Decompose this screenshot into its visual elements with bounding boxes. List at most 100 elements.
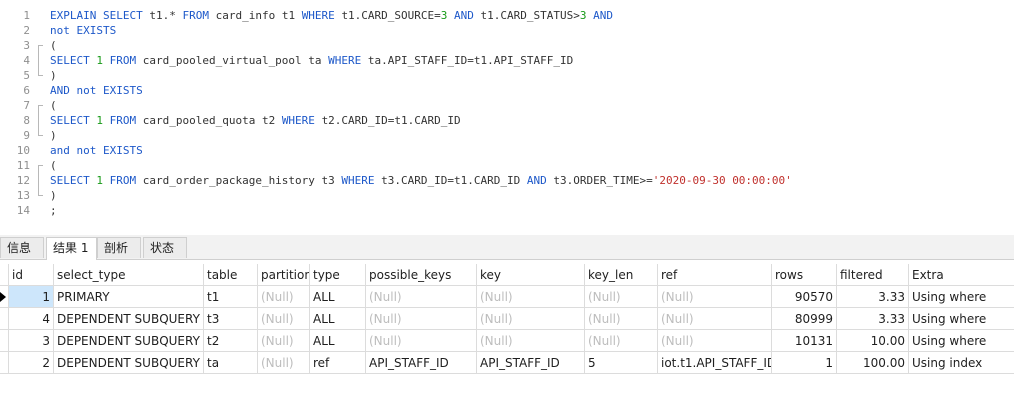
code-text: (: [50, 38, 57, 53]
cell-Extra[interactable]: Using where: [909, 308, 1014, 330]
cell-select_type[interactable]: PRIMARY: [54, 286, 204, 308]
code-line[interactable]: 5): [0, 68, 1014, 83]
table-row[interactable]: 2 DEPENDENT SUBQUERY ta (Null) ref API_STAFF_…: [0, 352, 1014, 374]
fold-guide-icon: [34, 53, 44, 68]
tab-result-1[interactable]: 结果 1: [46, 237, 97, 260]
row-indicator[interactable]: [0, 352, 9, 374]
cell-key_len[interactable]: (Null): [585, 308, 658, 330]
cell-ref[interactable]: (Null): [658, 308, 772, 330]
cell-select_type[interactable]: DEPENDENT SUBQUERY: [54, 330, 204, 352]
cell-key_len[interactable]: 5: [585, 352, 658, 374]
cell-possible_keys[interactable]: (Null): [366, 286, 477, 308]
row-indicator[interactable]: [0, 286, 9, 308]
cell-select_type[interactable]: DEPENDENT SUBQUERY: [54, 352, 204, 374]
cell-filtered[interactable]: 3.33: [837, 286, 909, 308]
cell-rows[interactable]: 90570: [772, 286, 837, 308]
column-header-possible_keys[interactable]: possible_keys: [366, 264, 477, 286]
cell-id[interactable]: 1: [9, 286, 54, 308]
sql-editor[interactable]: 1 EXPLAIN SELECT t1.* FROM card_info t1 W…: [0, 0, 1014, 232]
code-token: t3.ORDER_TIME>=: [553, 174, 653, 187]
code-line[interactable]: 10 and not EXISTS: [0, 143, 1014, 158]
row-indicator[interactable]: [0, 330, 9, 352]
cell-select_type[interactable]: DEPENDENT SUBQUERY: [54, 308, 204, 330]
code-line[interactable]: 3(: [0, 38, 1014, 53]
cell-filtered[interactable]: 10.00: [837, 330, 909, 352]
code-token: (: [50, 39, 57, 52]
cell-type[interactable]: ALL: [310, 308, 366, 330]
tab-status[interactable]: 状态: [143, 237, 187, 258]
cell-possible_keys[interactable]: (Null): [366, 308, 477, 330]
column-header-partitions[interactable]: partitions: [258, 264, 310, 286]
cell-Extra[interactable]: Using where: [909, 286, 1014, 308]
cell-id[interactable]: 2: [9, 352, 54, 374]
tab-profile[interactable]: 剖析: [97, 237, 141, 258]
cell-partitions[interactable]: (Null): [258, 308, 310, 330]
code-line[interactable]: 12 SELECT 1 FROM card_order_package_histo…: [0, 173, 1014, 188]
row-indicator[interactable]: [0, 308, 9, 330]
cell-ref[interactable]: (Null): [658, 286, 772, 308]
code-token: (: [50, 159, 57, 172]
code-line[interactable]: 9): [0, 128, 1014, 143]
cell-partitions[interactable]: (Null): [258, 286, 310, 308]
code-token: t1.CARD_SOURCE=: [341, 9, 441, 22]
cell-possible_keys[interactable]: (Null): [366, 330, 477, 352]
code-line[interactable]: 6 AND not EXISTS: [0, 83, 1014, 98]
cell-table[interactable]: t1: [204, 286, 258, 308]
code-token: FROM: [109, 114, 143, 127]
table-row[interactable]: 4 DEPENDENT SUBQUERY t3 (Null) ALL (Null) (Nul…: [0, 308, 1014, 330]
line-number: 10: [16, 144, 30, 157]
column-header-type[interactable]: type: [310, 264, 366, 286]
fold-guide-icon: [34, 113, 44, 128]
table-row[interactable]: 3 DEPENDENT SUBQUERY t2 (Null) ALL (Null) (Nul…: [0, 330, 1014, 352]
tab-info[interactable]: 信息: [0, 237, 44, 258]
cell-key[interactable]: (Null): [477, 308, 585, 330]
code-line[interactable]: 7(: [0, 98, 1014, 113]
code-line[interactable]: 13): [0, 188, 1014, 203]
cell-ref[interactable]: iot.t1.API_STAFF_ID: [658, 352, 772, 374]
line-number: 6: [23, 84, 30, 97]
column-header-key[interactable]: key: [477, 264, 585, 286]
cell-partitions[interactable]: (Null): [258, 330, 310, 352]
cell-id[interactable]: 4: [9, 308, 54, 330]
code-line[interactable]: 11 (: [0, 158, 1014, 173]
cell-rows[interactable]: 10131: [772, 330, 837, 352]
result-tabs: 信息 结果 1 剖析 状态: [0, 235, 1014, 260]
column-header-table[interactable]: table: [204, 264, 258, 286]
code-line[interactable]: 8 SELECT 1 FROM card_pooled_quota t2 WHER…: [0, 113, 1014, 128]
column-header-rows[interactable]: rows: [772, 264, 837, 286]
column-header-filtered[interactable]: filtered: [837, 264, 909, 286]
cell-table[interactable]: t3: [204, 308, 258, 330]
cell-key[interactable]: (Null): [477, 286, 585, 308]
fold-guide-icon: [34, 68, 44, 83]
cell-filtered[interactable]: 100.00: [837, 352, 909, 374]
cell-type[interactable]: ALL: [310, 330, 366, 352]
cell-key[interactable]: API_STAFF_ID: [477, 352, 585, 374]
cell-key[interactable]: (Null): [477, 330, 585, 352]
code-line[interactable]: 1 EXPLAIN SELECT t1.* FROM card_info t1 W…: [0, 8, 1014, 23]
cell-rows[interactable]: 80999: [772, 308, 837, 330]
cell-filtered[interactable]: 3.33: [837, 308, 909, 330]
cell-possible_keys[interactable]: API_STAFF_ID: [366, 352, 477, 374]
code-line[interactable]: 4 SELECT 1 FROM card_pooled_virtual_pool …: [0, 53, 1014, 68]
cell-key_len[interactable]: (Null): [585, 286, 658, 308]
cell-table[interactable]: t2: [204, 330, 258, 352]
cell-ref[interactable]: (Null): [658, 330, 772, 352]
column-header-select_type[interactable]: select_type: [54, 264, 204, 286]
column-header-id[interactable]: id: [9, 264, 54, 286]
column-header-ref[interactable]: ref: [658, 264, 772, 286]
cell-key_len[interactable]: (Null): [585, 330, 658, 352]
column-header-key_len[interactable]: key_len: [585, 264, 658, 286]
cell-type[interactable]: ALL: [310, 286, 366, 308]
cell-Extra[interactable]: Using index: [909, 352, 1014, 374]
table-row[interactable]: 1 PRIMARY t1 (Null) ALL (Null) (Null) (Null) (Nu…: [0, 286, 1014, 308]
code-line[interactable]: 2 not EXISTS: [0, 23, 1014, 38]
cell-rows[interactable]: 1: [772, 352, 837, 374]
code-line[interactable]: 14;: [0, 203, 1014, 218]
cell-table[interactable]: ta: [204, 352, 258, 374]
cell-partitions[interactable]: (Null): [258, 352, 310, 374]
cell-Extra[interactable]: Using where: [909, 330, 1014, 352]
column-header-Extra[interactable]: Extra: [909, 264, 1014, 286]
cell-type[interactable]: ref: [310, 352, 366, 374]
cell-id[interactable]: 3: [9, 330, 54, 352]
